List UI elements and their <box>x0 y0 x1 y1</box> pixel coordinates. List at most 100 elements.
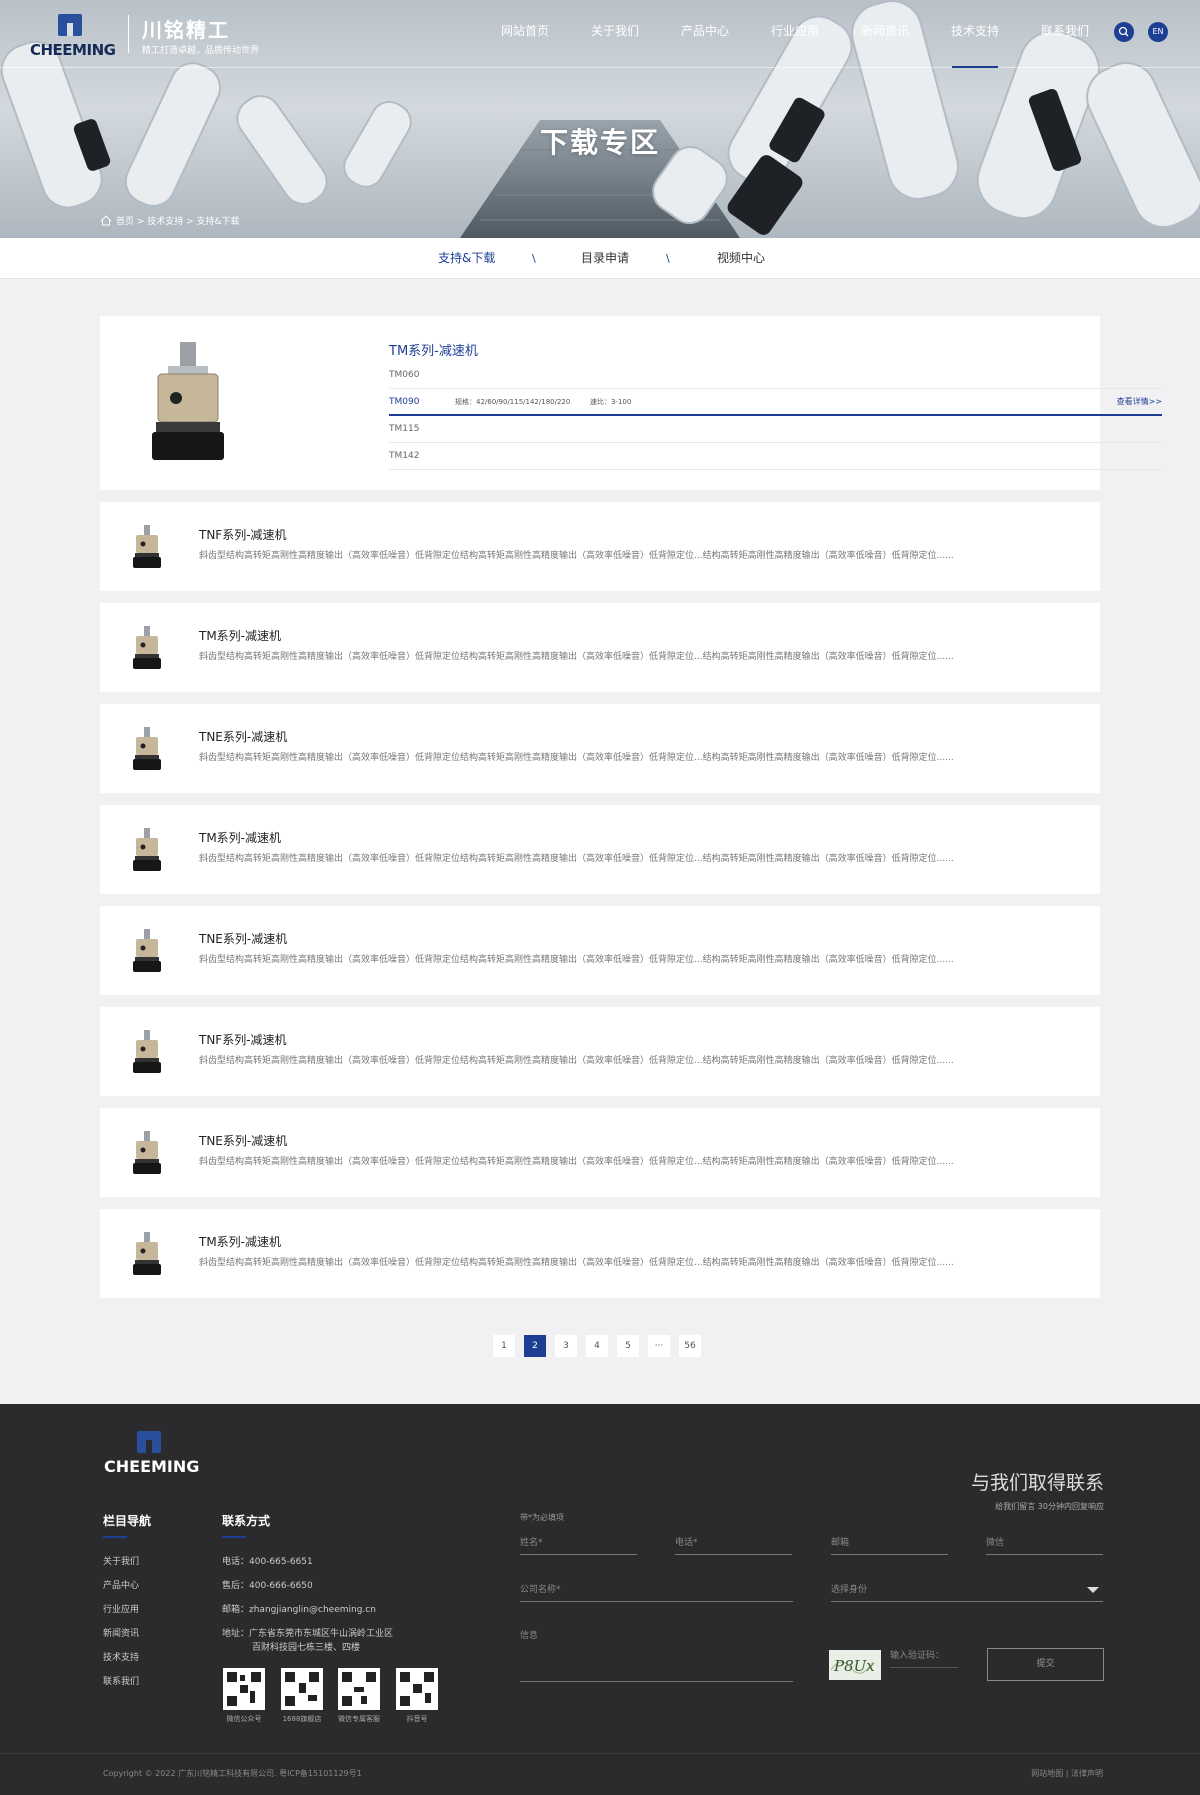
product-description: 斜齿型结构高转矩高刚性高精度输出（高效率低噪音）低背隙定位结构高转矩高刚性高精度… <box>199 955 954 965</box>
product-name[interactable]: TNF系列-减速机 <box>199 526 287 543</box>
footer-link-about[interactable]: 关于我们 <box>103 1554 139 1567</box>
qr-code-wechat <box>223 1668 265 1710</box>
required-hint: 带*为必填项 <box>520 1513 564 1522</box>
model-row[interactable]: TM060 <box>389 362 1162 389</box>
product-list-item[interactable]: TM系列-减速机 斜齿型结构高转矩高刚性高精度输出（高效率低噪音）低背隙定位结构高… <box>100 1209 1100 1298</box>
model-name: TM060 <box>389 370 420 380</box>
footer-link-news[interactable]: 新闻资讯 <box>103 1626 139 1639</box>
model-row[interactable]: TM142 <box>389 443 1162 470</box>
breadcrumb-text[interactable]: 首页 > 技术支持 > 支持&下载 <box>116 214 240 227</box>
qr-code-icon <box>341 1671 377 1707</box>
product-thumbnail-icon <box>133 1131 161 1174</box>
qr-code-icon <box>399 1671 435 1707</box>
model-name: TM115 <box>389 424 420 434</box>
nav-about[interactable]: 关于我们 <box>570 0 660 68</box>
product-thumbnail[interactable] <box>132 929 162 976</box>
product-name[interactable]: TM系列-减速机 <box>199 627 281 644</box>
product-description: 斜齿型结构高转矩高刚性高精度输出（高效率低噪音）低背隙定位结构高转矩高刚性高精度… <box>199 551 954 561</box>
qr-label-wechat: 微信公众号 <box>226 1715 262 1723</box>
identity-select-value: 选择身份 <box>831 1585 868 1595</box>
featured-title[interactable]: TM系列-减速机 <box>389 340 478 359</box>
nav-home[interactable]: 网站首页 <box>480 0 570 68</box>
qr-code-douyin <box>396 1668 438 1710</box>
contact-form-title: 与我们取得联系 <box>970 1472 1104 1494</box>
product-thumbnail[interactable] <box>132 1232 162 1279</box>
product-name[interactable]: TNE系列-减速机 <box>199 728 287 745</box>
main-nav: 网站首页 关于我们 产品中心 行业应用 新闻资讯 技术支持 联系我们 <box>480 0 1110 68</box>
product-list-item[interactable]: TNE系列-减速机斜齿型结构高转矩高刚性高精度输出（高效率低噪音）低背隙定位结构… <box>100 906 1100 995</box>
nav-contact[interactable]: 联系我们 <box>1020 0 1110 68</box>
model-spec: 规格：42/60/90/115/142/180/220 <box>455 398 571 406</box>
nav-tech-support[interactable]: 技术支持 <box>930 0 1020 68</box>
footer-link-contact[interactable]: 联系我们 <box>103 1674 139 1687</box>
top-navbar: CHEEMING 川铭精工 精工打造卓越，品质传动世界 网站首页 关于我们 产品… <box>0 0 1200 68</box>
product-list-item[interactable]: TNE系列-减速机 斜齿型结构高转矩高刚性高精度输出（高效率低噪音）低背隙定位结构… <box>100 1108 1100 1197</box>
product-list-item[interactable]: TNF系列-减速机 斜齿型结构高转矩高刚性高精度输出（高效率低噪音）低背隙定位结构… <box>100 1007 1100 1096</box>
model-row-active[interactable]: TM090 规格：42/60/90/115/142/180/220 速比：3-1… <box>389 389 1162 416</box>
footer-link-products[interactable]: 产品中心 <box>103 1578 139 1591</box>
tab-catalog-request[interactable]: 目录申请 <box>581 238 629 279</box>
footer-logo[interactable]: CHEEMING <box>104 1431 204 1477</box>
footer: CHEEMING 栏目导航 关于我们 产品中心 行业应用 新闻资讯 技术支持 联… <box>0 1404 1200 1795</box>
qr-label-1688: 1688旗舰店 <box>282 1715 322 1723</box>
product-list-item[interactable]: TNF系列-减速机斜齿型结构高转矩高刚性高精度输出（高效率低噪音）低背隙定位结构… <box>100 502 1100 591</box>
phone-field[interactable]: 电话* <box>675 1531 792 1555</box>
chevron-down-icon <box>1087 1587 1099 1593</box>
page-button[interactable]: 4 <box>586 1335 608 1357</box>
product-thumbnail[interactable] <box>132 626 162 673</box>
product-thumbnail-icon <box>133 1030 161 1073</box>
product-name[interactable]: TM系列-减速机 <box>199 829 281 846</box>
product-name[interactable]: TNE系列-减速机 <box>199 930 287 947</box>
footer-link-support[interactable]: 技术支持 <box>103 1650 139 1663</box>
company-field[interactable]: 公司名称* <box>520 1578 793 1602</box>
qr-code-icon <box>226 1671 262 1707</box>
page-button[interactable]: 1 <box>493 1335 515 1357</box>
footer-bottom-links[interactable]: 网站地图 | 法律声明 <box>1031 1768 1103 1779</box>
product-thumbnail[interactable] <box>132 727 162 774</box>
wechat-field[interactable]: 微信 <box>986 1531 1103 1555</box>
breadcrumb: 首页 > 技术支持 > 支持&下载 <box>100 214 240 227</box>
product-list-item[interactable]: TM系列-减速机 斜齿型结构高转矩高刚性高精度输出（高效率低噪音）低背隙定位结构高… <box>100 603 1100 692</box>
company-logo[interactable]: CHEEMING <box>30 14 116 59</box>
product-name[interactable]: TM系列-减速机 <box>199 1233 281 1250</box>
footer-link-industry[interactable]: 行业应用 <box>103 1602 139 1615</box>
product-list-item[interactable]: TNE系列-减速机 斜齿型结构高转矩高刚性高精度输出（高效率低噪音）低背隙定位结构… <box>100 704 1100 793</box>
brand-name: 川铭精工 <box>142 18 230 42</box>
submit-button[interactable]: 提交 <box>987 1648 1104 1681</box>
product-name[interactable]: TNF系列-减速机 <box>199 1031 287 1048</box>
model-row[interactable]: TM115 <box>389 416 1162 443</box>
model-name: TM142 <box>389 451 420 461</box>
page-button-last[interactable]: 56 <box>679 1335 701 1357</box>
footer-nav-title: 栏目导航 <box>103 1514 152 1538</box>
identity-select[interactable]: 选择身份 <box>831 1578 1103 1602</box>
sub-navigation: 支持&下载 \ 目录申请 \ 视频中心 <box>0 238 1200 279</box>
captcha-image[interactable]: P8Ux <box>829 1650 881 1680</box>
page-button-current[interactable]: 2 <box>524 1335 546 1357</box>
nav-products[interactable]: 产品中心 <box>660 0 750 68</box>
product-thumbnail[interactable] <box>132 1131 162 1178</box>
contact-aftersales: 售后：400-666-6650 <box>222 1581 313 1591</box>
captcha-input[interactable]: 输入验证码： <box>890 1644 958 1668</box>
email-field[interactable]: 邮箱 <box>831 1531 948 1555</box>
nav-news[interactable]: 新闻资讯 <box>840 0 930 68</box>
tab-support-download[interactable]: 支持&下载 <box>438 238 495 279</box>
product-thumbnail[interactable] <box>132 525 162 572</box>
page-button[interactable]: 3 <box>555 1335 577 1357</box>
view-details-link[interactable]: 查看详情>> <box>1117 389 1162 415</box>
name-field[interactable]: 姓名* <box>520 1531 637 1555</box>
product-name[interactable]: TNE系列-减速机 <box>199 1132 287 1149</box>
contact-address-line2: 百财科技园七栋三楼、四楼 <box>252 1643 361 1653</box>
tab-video-center[interactable]: 视频中心 <box>717 238 765 279</box>
product-image[interactable] <box>150 342 226 462</box>
language-switch-button[interactable]: EN <box>1148 22 1168 42</box>
page-button[interactable]: 5 <box>617 1335 639 1357</box>
nav-industry[interactable]: 行业应用 <box>750 0 840 68</box>
product-list-item[interactable]: TM系列-减速机 斜齿型结构高转矩高刚性高精度输出（高效率低噪音）低背隙定位结构高… <box>100 805 1100 894</box>
product-thumbnail[interactable] <box>132 828 162 875</box>
search-icon[interactable] <box>1114 22 1134 42</box>
captcha-text: P8Ux <box>833 1657 875 1675</box>
home-icon[interactable] <box>100 215 112 226</box>
message-field[interactable]: 信息 <box>520 1626 793 1682</box>
product-thumbnail[interactable] <box>132 1030 162 1077</box>
logo-mark-icon <box>58 14 82 36</box>
